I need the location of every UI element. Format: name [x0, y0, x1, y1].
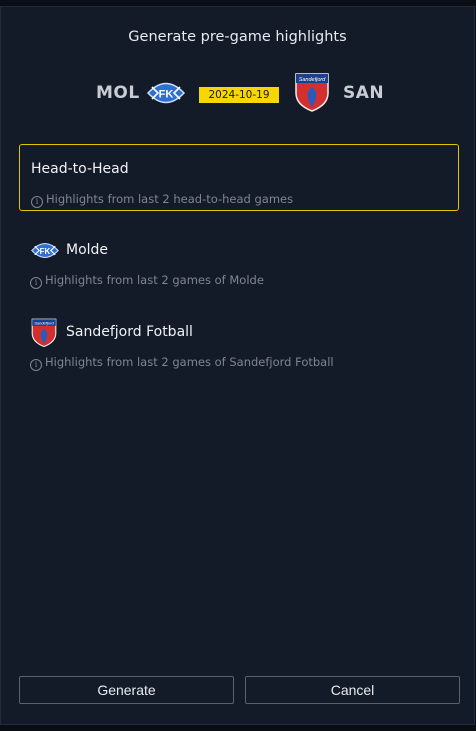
- dialog-title: Generate pre-game highlights: [128, 29, 347, 45]
- option-description: i Highlights from last 2 head-to-head gam…: [31, 192, 293, 208]
- info-icon: i: [31, 196, 43, 208]
- molde-logo-text: FK: [40, 247, 51, 256]
- generate-button[interactable]: Generate: [19, 676, 234, 704]
- sandefjord-logo-icon: Sandefjord: [295, 73, 329, 112]
- option-sandefjord[interactable]: Sandefjord Sandefjord Fotball i Highlight…: [19, 308, 459, 375]
- option-molde[interactable]: FK Molde i Highlights from last 2 games o…: [19, 226, 459, 293]
- away-team-abbr: SAN: [343, 83, 385, 103]
- option-head-to-head[interactable]: Head-to-Head i Highlights from last 2 hea…: [19, 144, 459, 211]
- option-description: i Highlights from last 2 games of Sandefj…: [30, 355, 334, 371]
- molde-logo-text: FK: [159, 89, 174, 101]
- matchup-header: MOL FK 2024-10-19 Sandefjord SAN: [1, 71, 474, 115]
- home-team-abbr: MOL: [96, 83, 140, 103]
- info-icon: i: [30, 277, 42, 289]
- molde-logo-icon: FK: [146, 82, 186, 104]
- sandefjord-logo-text: Sandefjord: [34, 320, 54, 325]
- option-label: Sandefjord Fotball: [66, 324, 193, 340]
- sandefjord-logo-icon: Sandefjord: [31, 318, 57, 348]
- molde-logo-icon: FK: [31, 243, 59, 258]
- option-description-text: Highlights from last 2 games of Molde: [45, 273, 264, 287]
- option-description-text: Highlights from last 2 games of Sandefjo…: [45, 355, 334, 369]
- cancel-button[interactable]: Cancel: [245, 676, 460, 704]
- info-icon: i: [30, 359, 42, 371]
- option-description: i Highlights from last 2 games of Molde: [30, 273, 264, 289]
- highlights-dialog: Generate pre-game highlights MOL FK 2024…: [0, 6, 475, 725]
- sandefjord-logo-text: Sandefjord: [299, 77, 327, 83]
- option-label: Molde: [66, 242, 109, 258]
- match-date-badge: 2024-10-19: [199, 87, 279, 103]
- option-label: Head-to-Head: [31, 161, 129, 177]
- option-description-text: Highlights from last 2 head-to-head game…: [46, 192, 294, 206]
